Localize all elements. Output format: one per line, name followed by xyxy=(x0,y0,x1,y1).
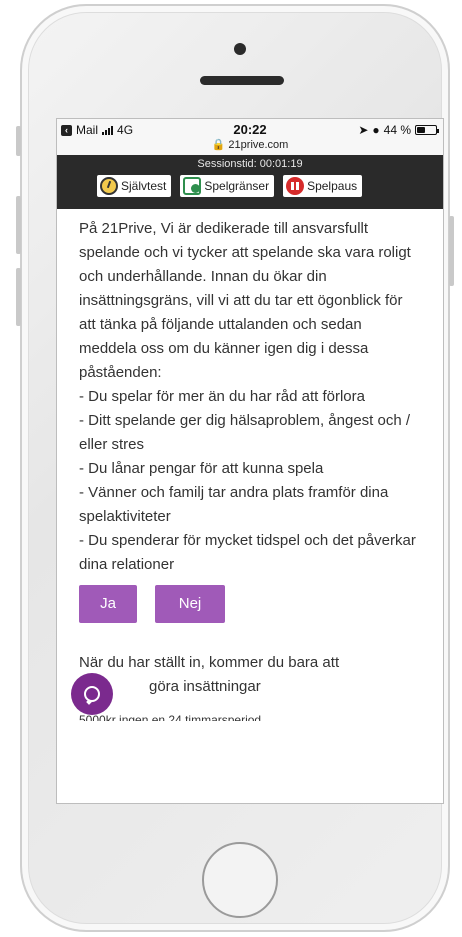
main-content: På 21Prive, Vi är dedikerade till ansvar… xyxy=(57,209,443,721)
battery-icon xyxy=(415,125,439,135)
statement-2: - Ditt spelande ger dig hälsaproblem, ån… xyxy=(79,412,411,453)
phone-screen: ‹ Mail 4G 20:22 🔒 21prive.com ➤ ● 44 % S… xyxy=(56,118,444,804)
power-button xyxy=(449,216,454,286)
location-icon: ➤ xyxy=(358,123,369,137)
yes-button[interactable]: Ja xyxy=(79,585,137,623)
chat-button[interactable] xyxy=(71,673,113,715)
session-timer: Sessionstid: 00:01:19 xyxy=(197,158,303,170)
responsible-gaming-bar: Sessionstid: 00:01:19 Självtest Spelgrän… xyxy=(57,155,443,209)
intro-text: På 21Prive, Vi är dedikerade till ansvar… xyxy=(79,220,411,381)
statement-4: - Vänner och familj tar andra plats fram… xyxy=(79,484,389,525)
pause-icon xyxy=(286,177,305,195)
answer-buttons: Ja Nej xyxy=(79,585,423,623)
selftest-button[interactable]: Självtest xyxy=(97,175,172,197)
deposit-info-line2: göra insättningar xyxy=(149,678,261,695)
limits-label: Spelgränser xyxy=(204,179,270,193)
deposit-info: När du har ställt in, kommer du bara att… xyxy=(79,651,423,699)
lock-icon: 🔒 xyxy=(211,139,226,151)
deposit-limit-text: 5000kr ingen en 24 timmarsperiod xyxy=(79,713,262,721)
pause-label: Spelpaus xyxy=(307,179,358,193)
volume-down-button xyxy=(16,268,21,326)
deposit-info-line1: När du har ställt in, kommer du bara att xyxy=(79,654,340,671)
statement-1: - Du spelar för mer än du har råd att fö… xyxy=(79,388,365,405)
home-button[interactable] xyxy=(202,842,278,918)
statement-3: - Du lånar pengar för att kunna spela xyxy=(79,460,324,477)
no-button[interactable]: Nej xyxy=(155,585,225,623)
limits-icon xyxy=(183,177,202,195)
limits-button[interactable]: Spelgränser xyxy=(180,175,275,197)
battery-percent: 44 % xyxy=(383,123,411,137)
volume-up-button xyxy=(16,196,21,254)
status-bar: ‹ Mail 4G 20:22 🔒 21prive.com ➤ ● 44 % xyxy=(57,119,443,155)
alarm-icon: ● xyxy=(372,123,380,137)
statement-5: - Du spenderar för mycket tidspel och de… xyxy=(79,532,416,573)
gauge-icon xyxy=(100,177,118,195)
chat-bubble-icon xyxy=(84,686,100,702)
earpiece-speaker xyxy=(200,76,284,85)
pause-button[interactable]: Spelpaus xyxy=(283,175,363,197)
selftest-label: Självtest xyxy=(121,179,167,193)
url-label[interactable]: 21prive.com xyxy=(228,139,288,151)
front-camera xyxy=(234,43,246,55)
battery-level xyxy=(417,127,425,133)
mute-switch xyxy=(16,126,21,156)
